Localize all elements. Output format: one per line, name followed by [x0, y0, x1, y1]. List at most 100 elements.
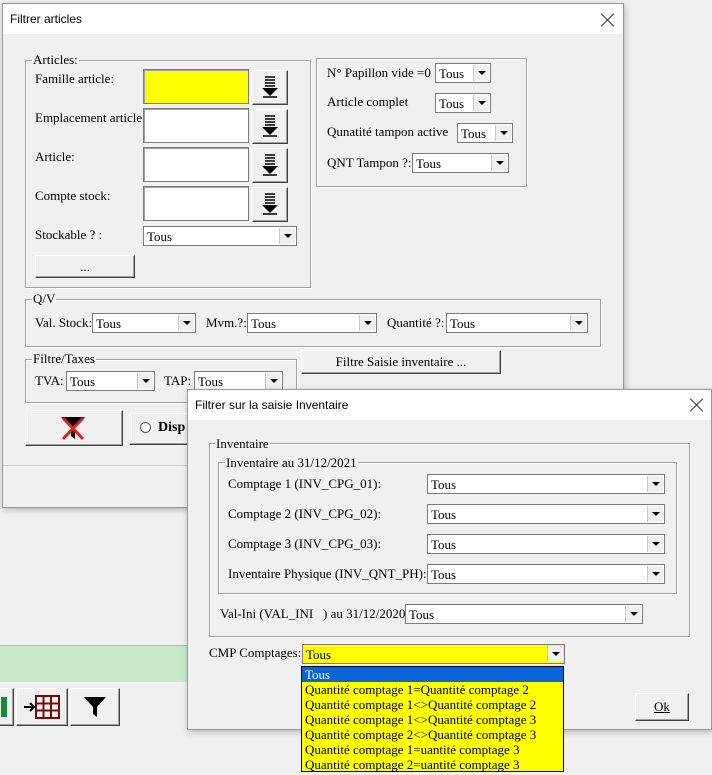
- compte-stock-input[interactable]: [143, 186, 249, 221]
- article-complet-select[interactable]: Tous: [435, 93, 491, 113]
- article-label: Article:: [35, 149, 75, 164]
- cmp-option[interactable]: Quantité comptage 2<>Quantité comptage 3: [302, 727, 563, 742]
- chevron-down-icon[interactable]: [625, 606, 641, 622]
- inventaire-physique-label: Inventaire Physique (INV_QNT_PH):: [228, 566, 427, 581]
- chevron-down-icon[interactable]: [359, 315, 375, 331]
- papillon-select[interactable]: Tous: [435, 63, 491, 83]
- qnt-tampon-value: Tous: [416, 156, 442, 171]
- cmp-comptages-value: Tous: [306, 647, 332, 662]
- cmp-option[interactable]: Quantité comptage 1=Quantité comptage 2: [302, 682, 563, 697]
- background-status-bar: [0, 645, 200, 682]
- chevron-down-icon[interactable]: [279, 228, 295, 244]
- cmp-comptages-select[interactable]: Tous: [302, 644, 565, 664]
- compte-stock-picker-button[interactable]: [252, 187, 288, 222]
- chevron-down-icon[interactable]: [491, 155, 507, 171]
- famille-article-label: Famille article:: [35, 71, 115, 86]
- articles-more-button[interactable]: ...: [35, 255, 135, 278]
- toolbar-grid-button[interactable]: [16, 688, 68, 726]
- main-close-icon[interactable]: [601, 13, 615, 27]
- mvm-select[interactable]: Tous: [247, 313, 377, 333]
- disp-radio-label: Disp: [158, 420, 186, 435]
- cmp-option[interactable]: Quantité comptage 2=uantité comptage 3: [302, 757, 563, 771]
- quantite-value: Tous: [450, 316, 476, 331]
- tva-select[interactable]: Tous: [66, 371, 155, 391]
- tap-value: Tous: [198, 374, 224, 389]
- chevron-down-icon[interactable]: [647, 566, 663, 582]
- download-list-icon: [262, 76, 278, 98]
- val-ini-value: Tous: [409, 607, 435, 622]
- clear-filter-button[interactable]: [25, 410, 123, 446]
- qnt-tampon-label: QNT Tampon ?:: [327, 155, 412, 170]
- green-icon: [1, 697, 7, 717]
- emplacement-article-input[interactable]: [143, 108, 249, 143]
- emplacement-article-picker-button[interactable]: [252, 109, 288, 144]
- toolbar-filter-button[interactable]: [70, 688, 120, 726]
- comptage1-value: Tous: [431, 477, 457, 492]
- comptage3-select[interactable]: Tous: [427, 534, 665, 554]
- tva-value: Tous: [70, 374, 96, 389]
- comptage1-label: Comptage 1 (INV_CPG_01):: [228, 476, 382, 491]
- tampon-active-select[interactable]: Tous: [457, 123, 513, 143]
- toolbar-partial-button[interactable]: [0, 688, 14, 726]
- main-titlebar: Filtrer articles: [3, 4, 623, 34]
- chevron-down-icon[interactable]: [647, 536, 663, 552]
- filter-funnel-icon: [84, 697, 106, 717]
- inventaire-2021-legend: Inventaire au 31/12/2021: [225, 455, 358, 470]
- chevron-down-icon[interactable]: [473, 95, 489, 111]
- chevron-down-icon[interactable]: [178, 315, 194, 331]
- article-complet-label: Article complet: [327, 94, 409, 109]
- inventaire-physique-select[interactable]: Tous: [427, 564, 665, 584]
- chevron-down-icon[interactable]: [495, 125, 511, 141]
- val-stock-label: Val. Stock:: [35, 315, 93, 330]
- article-input[interactable]: [143, 147, 249, 182]
- cmp-comptages-label: CMP Comptages:: [209, 645, 302, 660]
- cmp-option[interactable]: Tous: [302, 667, 563, 682]
- famille-article-input[interactable]: [143, 69, 249, 104]
- cmp-option[interactable]: Quantité comptage 1<>Quantité comptage 2: [302, 697, 563, 712]
- filtre-saisie-label: Filtre Saisie inventaire ...: [335, 354, 467, 369]
- chevron-down-icon[interactable]: [265, 373, 281, 389]
- tampon-active-value: Tous: [461, 126, 487, 141]
- tva-label: TVA:: [35, 373, 64, 388]
- ok-button[interactable]: Ok: [635, 693, 689, 721]
- val-ini-select[interactable]: Tous: [405, 604, 643, 624]
- arrow-grid-icon: [24, 695, 60, 719]
- qnt-tampon-select[interactable]: Tous: [412, 153, 509, 173]
- mvm-value: Tous: [251, 316, 277, 331]
- cmp-option[interactable]: Quantité comptage 1<>Quantité comptage 3: [302, 712, 563, 727]
- tap-select[interactable]: Tous: [194, 371, 283, 391]
- chevron-down-icon[interactable]: [570, 315, 586, 331]
- stockable-label: Stockable ? :: [35, 227, 103, 242]
- comptage3-label: Comptage 3 (INV_CPG_03):: [228, 536, 382, 551]
- comptage1-select[interactable]: Tous: [427, 474, 665, 494]
- article-picker-button[interactable]: [252, 148, 288, 183]
- disp-radio[interactable]: [140, 422, 151, 433]
- qv-group-legend: Q/V: [32, 291, 57, 306]
- background-toolbar: [0, 682, 200, 732]
- papillon-label: N° Papillon vide =0: [327, 65, 431, 80]
- val-stock-select[interactable]: Tous: [92, 313, 196, 333]
- chevron-down-icon[interactable]: [647, 476, 663, 492]
- chevron-down-icon[interactable]: [647, 506, 663, 522]
- dialog-title: Filtrer sur la saisie Inventaire: [195, 398, 349, 412]
- papillon-value: Tous: [439, 66, 465, 81]
- famille-article-picker-button[interactable]: [252, 70, 288, 105]
- quantite-label: Quantité ?:: [387, 315, 445, 330]
- chevron-down-icon[interactable]: [137, 373, 153, 389]
- filtre-saisie-button[interactable]: Filtre Saisie inventaire ...: [301, 350, 501, 374]
- cmp-option[interactable]: Quantité comptage 1=uantité comptage 3: [302, 742, 563, 757]
- clear-filter-icon: [61, 416, 85, 441]
- comptage2-select[interactable]: Tous: [427, 504, 665, 524]
- val-ini-label: Val-Ini (VAL_INI ) au 31/12/2020 :: [220, 606, 413, 621]
- dialog-close-icon[interactable]: [690, 398, 704, 412]
- chevron-down-icon[interactable]: [473, 65, 489, 81]
- comptage2-label: Comptage 2 (INV_CPG_02):: [228, 506, 382, 521]
- taxes-group-legend: Filtre/Taxes: [32, 351, 96, 366]
- ok-button-label: Ok: [654, 699, 670, 714]
- comptage2-value: Tous: [431, 507, 457, 522]
- stockable-select[interactable]: Tous: [143, 226, 297, 246]
- background-app-strip: [0, 645, 200, 775]
- quantite-select[interactable]: Tous: [446, 313, 588, 333]
- article-complet-value: Tous: [439, 96, 465, 111]
- chevron-down-icon[interactable]: [547, 646, 563, 662]
